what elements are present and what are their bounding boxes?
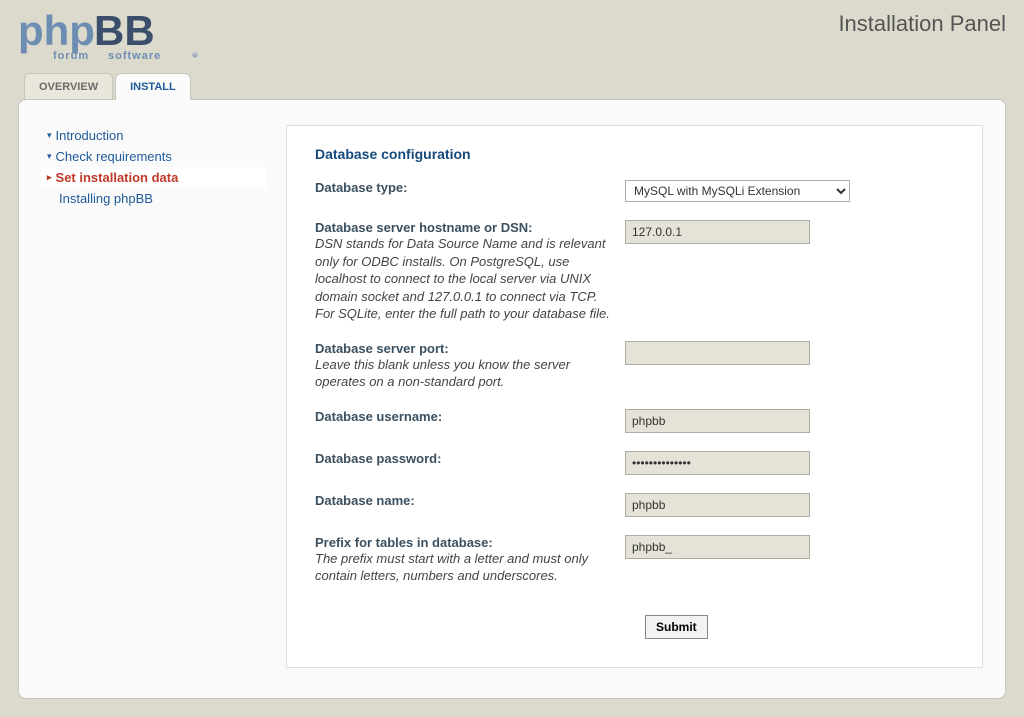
row-db-prefix: Prefix for tables in database: The prefi…: [315, 535, 954, 585]
row-db-host: Database server hostname or DSN: DSN sta…: [315, 220, 954, 323]
sidenav-item-label[interactable]: Introduction: [56, 128, 124, 143]
label-db-name: Database name:: [315, 493, 415, 508]
sidenav-item-label[interactable]: Check requirements: [56, 149, 172, 164]
tab-install[interactable]: INSTALL: [115, 73, 191, 100]
phpbb-logo: php BB forum software R: [18, 5, 198, 65]
select-db-type[interactable]: MySQL with MySQLi Extension: [625, 180, 850, 202]
input-db-pass[interactable]: [625, 451, 810, 475]
sidenav-item-installing-phpbb[interactable]: Installing phpBB: [41, 188, 266, 209]
label-db-host: Database server hostname or DSN:: [315, 220, 532, 235]
chevron-down-icon: ▾: [47, 151, 52, 162]
label-db-pass: Database password:: [315, 451, 441, 466]
submit-button[interactable]: Submit: [645, 615, 708, 639]
main-panel: ▾ Introduction ▾ Check requirements ▸ Se…: [18, 99, 1006, 699]
submit-row: Submit: [315, 615, 954, 639]
label-db-user: Database username:: [315, 409, 442, 424]
sidenav-item-label[interactable]: Installing phpBB: [59, 191, 153, 206]
sidenav-item-label[interactable]: Set installation data: [56, 170, 179, 185]
sidenav: ▾ Introduction ▾ Check requirements ▸ Se…: [41, 125, 266, 668]
row-db-user: Database username:: [315, 409, 954, 433]
hint-db-prefix: The prefix must start with a letter and …: [315, 551, 588, 584]
header: php BB forum software R Installation Pan…: [0, 0, 1024, 65]
content-panel: Database configuration Database type: My…: [286, 125, 983, 668]
row-db-port: Database server port: Leave this blank u…: [315, 341, 954, 391]
label-db-prefix: Prefix for tables in database:: [315, 535, 493, 550]
label-db-port: Database server port:: [315, 341, 449, 356]
hint-db-host: DSN stands for Data Source Name and is r…: [315, 236, 610, 321]
sidenav-item-introduction[interactable]: ▾ Introduction: [41, 125, 266, 146]
row-db-type: Database type: MySQL with MySQLi Extensi…: [315, 180, 954, 202]
input-db-port[interactable]: [625, 341, 810, 365]
input-db-prefix[interactable]: [625, 535, 810, 559]
tab-bar: OVERVIEW INSTALL: [18, 73, 1024, 100]
svg-text:software: software: [108, 50, 161, 62]
hint-db-port: Leave this blank unless you know the ser…: [315, 357, 570, 390]
svg-text:R: R: [194, 54, 197, 58]
section-title: Database configuration: [315, 146, 954, 162]
svg-text:forum: forum: [53, 50, 89, 62]
svg-text:BB: BB: [94, 7, 155, 54]
row-db-name: Database name:: [315, 493, 954, 517]
svg-text:php: php: [18, 7, 95, 54]
page-title: Installation Panel: [838, 11, 1006, 37]
sidenav-item-set-installation-data[interactable]: ▸ Set installation data: [41, 167, 266, 188]
row-db-pass: Database password:: [315, 451, 954, 475]
sidenav-item-check-requirements[interactable]: ▾ Check requirements: [41, 146, 266, 167]
chevron-right-icon: ▸: [47, 172, 52, 183]
input-db-host[interactable]: [625, 220, 810, 244]
input-db-name[interactable]: [625, 493, 810, 517]
input-db-user[interactable]: [625, 409, 810, 433]
tab-overview[interactable]: OVERVIEW: [24, 73, 113, 100]
label-db-type: Database type:: [315, 180, 407, 195]
chevron-down-icon: ▾: [47, 130, 52, 141]
